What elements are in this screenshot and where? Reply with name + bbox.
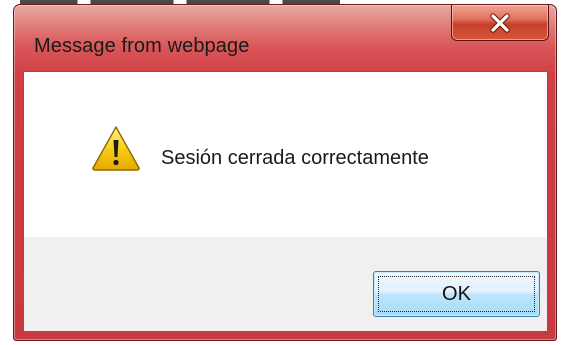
dialog-titlebar[interactable]: Message from webpage bbox=[14, 5, 556, 71]
dialog-title: Message from webpage bbox=[34, 35, 250, 57]
message-area: Sesión cerrada correctamente bbox=[24, 72, 547, 237]
warning-icon bbox=[92, 126, 140, 171]
webpage-background: Message from webpage Sesión cerrada corr… bbox=[0, 0, 562, 345]
message-dialog: Message from webpage Sesión cerrada corr… bbox=[13, 4, 557, 341]
ok-button-label: OK bbox=[442, 282, 471, 305]
button-area: OK bbox=[24, 237, 547, 331]
ok-button[interactable]: OK bbox=[373, 271, 540, 317]
dialog-content: Sesión cerrada correctamente OK bbox=[23, 71, 548, 332]
message-text: Sesión cerrada correctamente bbox=[161, 147, 429, 169]
close-button[interactable] bbox=[451, 5, 549, 41]
close-icon bbox=[490, 12, 510, 33]
